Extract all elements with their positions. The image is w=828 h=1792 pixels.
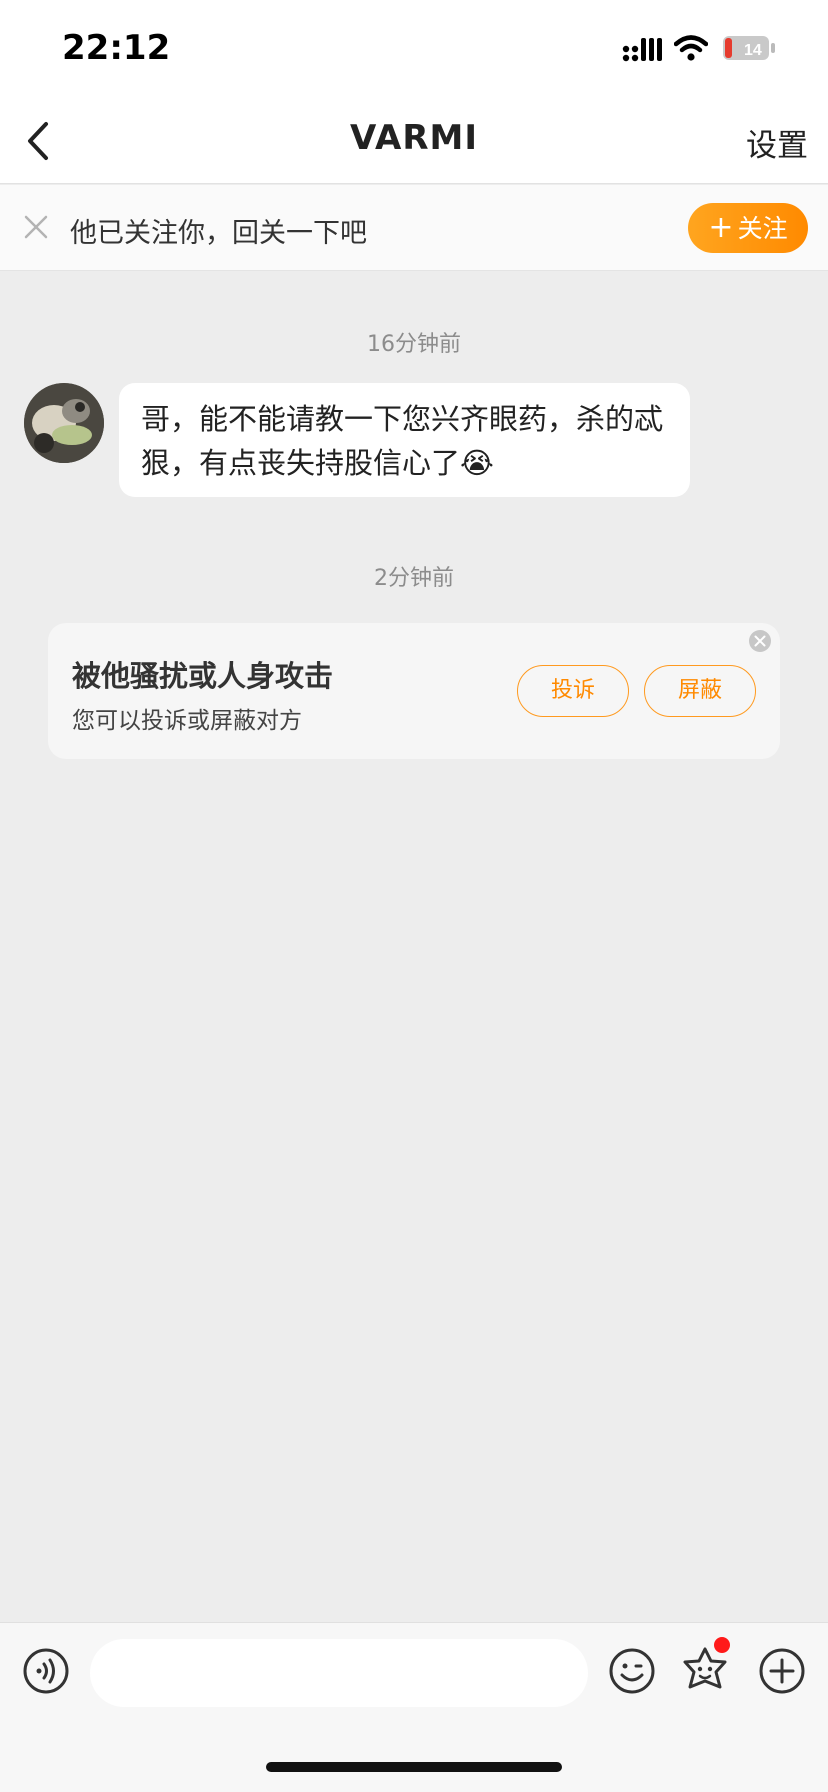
report-button[interactable]: 投诉 [517, 665, 629, 717]
settings-button[interactable]: 设置 [746, 120, 808, 165]
block-button[interactable]: 屏蔽 [644, 665, 756, 717]
nav-bar: VARMI 设置 [0, 100, 828, 184]
battery-icon: 14 [723, 36, 775, 60]
battery-level-text: 14 [744, 42, 762, 59]
message-timestamp: 16分钟前 [367, 332, 461, 357]
follow-button[interactable]: + 关注 [688, 203, 808, 253]
status-bar: 22:12 14 [0, 0, 828, 100]
status-time: 22:12 [62, 28, 171, 68]
close-icon[interactable] [748, 629, 772, 653]
wifi-icon [674, 35, 708, 61]
home-indicator [266, 1762, 562, 1772]
notice-timestamp: 2分钟前 [374, 566, 454, 591]
notice-title: 被他骚扰或人身攻击 [72, 659, 334, 693]
harassment-notice-card: 被他骚扰或人身攻击 您可以投诉或屏蔽对方 投诉 屏蔽 [48, 623, 780, 759]
voice-icon[interactable] [22, 1647, 70, 1695]
message-bubble[interactable]: 哥，能不能请教一下您兴齐眼药，杀的忒狠，有点丧失持股信心了😭 [119, 383, 690, 497]
plus-sign: + [708, 210, 734, 245]
notification-dot [714, 1637, 730, 1653]
avatar[interactable] [24, 383, 104, 463]
close-icon[interactable] [22, 213, 50, 241]
avatar-image [24, 383, 104, 463]
signal-icon [622, 38, 662, 62]
status-icons: 14 [622, 34, 792, 64]
follow-button-label: 关注 [737, 214, 788, 243]
plus-circle-icon[interactable] [758, 1647, 806, 1695]
follow-back-banner: 他已关注你，回关一下吧 + 关注 [0, 185, 828, 271]
page-title: VARMI [350, 118, 478, 158]
emoji-icon[interactable] [608, 1647, 656, 1695]
follow-back-text: 他已关注你，回关一下吧 [70, 218, 367, 249]
notice-subtitle: 您可以投诉或屏蔽对方 [72, 708, 302, 734]
message-input[interactable] [90, 1639, 588, 1707]
